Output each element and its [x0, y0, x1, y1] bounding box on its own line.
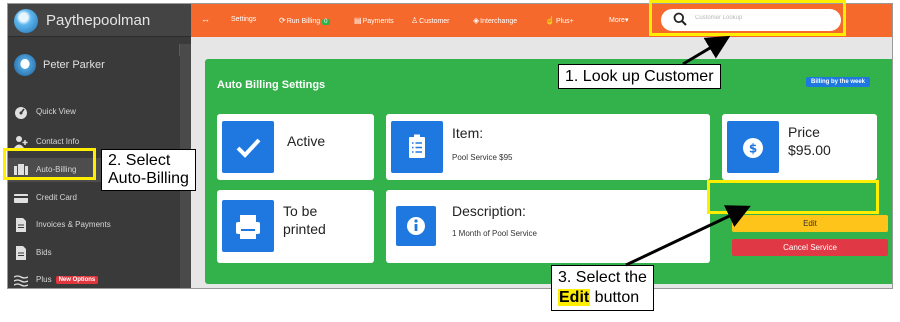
- edit-highlight: [707, 180, 879, 214]
- list-icon: [391, 121, 443, 173]
- nav-customer[interactable]: ♙Customer: [411, 16, 450, 25]
- document-icon: [14, 246, 28, 260]
- nav-run-billing[interactable]: ⟳Run Billing 0: [279, 16, 330, 25]
- auto-billing-card: Auto Billing Settings Billing by the wee…: [205, 59, 892, 284]
- check-icon: [222, 121, 274, 173]
- step-2-callout: 2. Select Auto-Billing: [101, 149, 196, 191]
- edit-emphasis: Edit: [558, 289, 591, 306]
- step-1-callout: 1. Look up Customer: [558, 64, 721, 89]
- info-icon: [396, 206, 436, 246]
- nav-plus[interactable]: ☝Plus+: [545, 16, 574, 25]
- delivery-line-1: To be: [283, 203, 318, 219]
- nav-payments[interactable]: ▤Payments: [354, 16, 394, 25]
- sidebar-item-label: Credit Card: [36, 193, 77, 202]
- delivery-tile: To be printed: [217, 190, 374, 263]
- sidebar-item-bids[interactable]: Bids: [8, 241, 178, 265]
- billing-icon: ⟳: [279, 16, 286, 25]
- billing-frequency-badge: Billing by the week: [805, 77, 870, 87]
- status-text: Active: [287, 133, 326, 149]
- new-options-badge: New Options: [55, 276, 99, 284]
- sidebar-item-label: Quick View: [36, 107, 76, 116]
- description-value: 1 Month of Pool Service: [452, 229, 537, 238]
- shield-icon: ◈: [473, 16, 480, 25]
- item-heading: Item:: [452, 125, 484, 141]
- search-highlight: [649, 0, 846, 36]
- sidebar-item-plus[interactable]: Plus New Options: [8, 268, 178, 288]
- billing-count-badge: 0: [322, 19, 330, 25]
- waves-icon: [13, 273, 29, 287]
- auto-billing-highlight: [3, 148, 96, 180]
- brand-bar[interactable]: Paythepoolman: [8, 4, 191, 37]
- status-tile: Active: [217, 114, 374, 180]
- credit-card-icon: [14, 191, 28, 205]
- price-tile: $ Price $95.00: [722, 114, 877, 180]
- sidebar-item-quick-view[interactable]: Quick View: [8, 100, 178, 124]
- main-content: Auto Billing Settings Billing by the wee…: [191, 37, 892, 288]
- description-tile: Description: 1 Month of Pool Service: [386, 190, 710, 263]
- receipt-icon: ▤: [354, 16, 362, 25]
- sidebar-item-label: Plus New Options: [36, 275, 99, 284]
- price-value: $95.00: [788, 142, 831, 158]
- nav-interchange[interactable]: ◈Interchange: [473, 16, 517, 25]
- card-title: Auto Billing Settings: [217, 79, 326, 91]
- sidebar-item-label: Invoices & Payments: [36, 220, 111, 229]
- user-add-icon: ♙: [411, 16, 419, 25]
- nav-more[interactable]: More▾: [609, 16, 628, 24]
- user-name: Peter Parker: [43, 59, 105, 71]
- dollar-icon: $: [727, 121, 779, 173]
- app-name: Paythepoolman: [46, 12, 151, 29]
- document-icon: [14, 218, 28, 232]
- edit-button[interactable]: Edit: [732, 215, 888, 232]
- nav-settings[interactable]: Settings: [231, 16, 256, 23]
- price-heading: Price: [788, 124, 820, 140]
- avatar: [14, 54, 36, 76]
- sidebar-item-label: Contact Info: [36, 137, 80, 146]
- logo-icon: [14, 9, 38, 33]
- printer-icon: [222, 200, 274, 252]
- sidebar-item-invoices-payments[interactable]: Invoices & Payments: [8, 213, 178, 237]
- item-tile: Item: Pool Service $95: [386, 114, 710, 180]
- hand-icon: ☝: [545, 16, 555, 25]
- delivery-line-2: printed: [283, 221, 326, 237]
- cancel-service-button[interactable]: Cancel Service: [732, 239, 888, 256]
- item-value: Pool Service $95: [452, 153, 513, 162]
- sidebar: Paythepoolman ^ Peter Parker Quick View …: [8, 4, 191, 288]
- sidebar-item-label: Bids: [36, 248, 52, 257]
- step-3-callout: 3. Select the Edit button: [551, 265, 654, 311]
- svg-text:$: $: [749, 142, 757, 156]
- expand-icon[interactable]: ↔: [201, 14, 210, 24]
- app-window: Paythepoolman ^ Peter Parker Quick View …: [7, 3, 893, 289]
- person-add-icon: [14, 135, 28, 149]
- dashboard-icon: [14, 105, 28, 119]
- description-heading: Description:: [452, 203, 526, 219]
